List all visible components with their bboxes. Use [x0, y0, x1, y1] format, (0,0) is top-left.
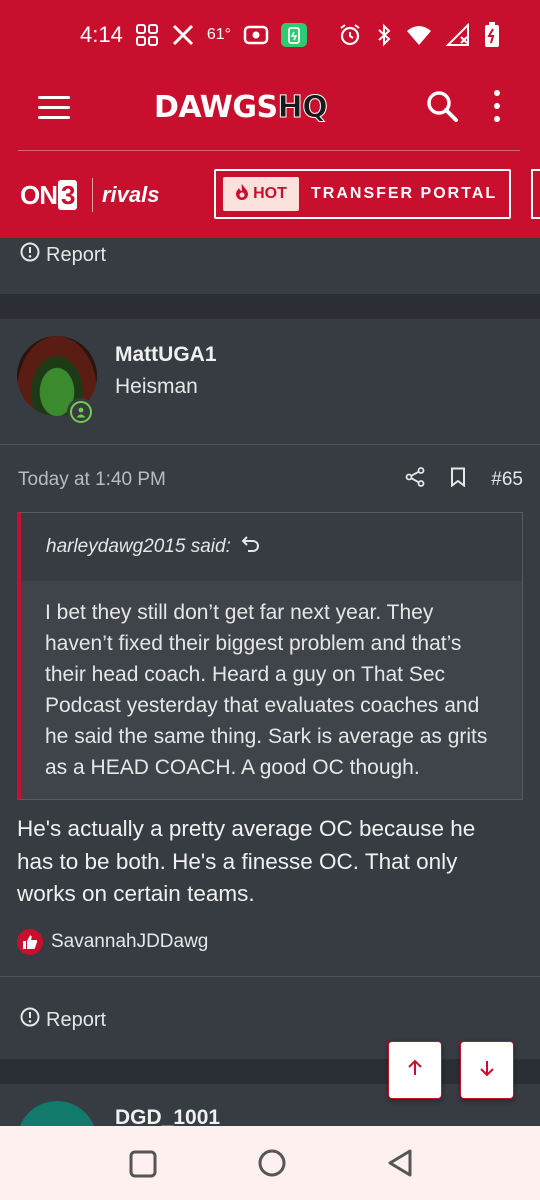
system-nav-bar	[0, 1126, 540, 1200]
user-title: Heisman	[115, 375, 198, 398]
reaction-summary[interactable]: SavannahJDDawg	[17, 929, 208, 955]
hot-badge: HOT	[223, 177, 299, 211]
logo-separator	[92, 178, 93, 212]
post-meta: Today at 1:40 PM #65	[18, 467, 523, 497]
scroll-down-button[interactable]	[460, 1041, 514, 1099]
status-temperature: 61°	[206, 26, 232, 43]
next-nav-item-edge[interactable]	[531, 169, 540, 219]
online-status-icon	[67, 398, 95, 426]
status-time: 4:14	[80, 22, 123, 47]
network-bar: ON 3 rivals HOT TRANSFER PORTAL	[0, 152, 540, 238]
post-separator	[0, 1059, 540, 1084]
signal-icon	[446, 23, 470, 47]
arrow-up-icon	[406, 1059, 424, 1082]
battery-saver-icon	[281, 23, 308, 47]
battery-icon	[484, 22, 500, 48]
x-logo-icon	[171, 23, 195, 47]
alert-circle-icon	[20, 1007, 40, 1033]
next-forum-post: DGD_1001	[0, 1084, 540, 1126]
quote-header[interactable]: harleydawg2015 said:	[21, 513, 522, 581]
post-separator	[0, 294, 540, 319]
report-label: Report	[46, 243, 107, 266]
bluetooth-icon	[376, 23, 392, 47]
recents-icon[interactable]	[129, 1150, 157, 1183]
share-icon[interactable]	[405, 467, 425, 492]
transfer-portal-label: TRANSFER PORTAL	[311, 185, 498, 202]
alert-circle-icon	[20, 242, 40, 268]
transfer-portal-button[interactable]: HOT TRANSFER PORTAL	[214, 169, 511, 219]
hot-label: HOT	[253, 185, 287, 202]
logo-text-main: DAWGS	[154, 90, 278, 125]
quote-author: harleydawg2015 said:	[46, 536, 231, 557]
flame-icon	[235, 183, 249, 206]
home-icon[interactable]	[257, 1148, 287, 1183]
on3-text: ON	[20, 180, 58, 210]
arrow-down-icon	[478, 1059, 496, 1082]
report-link[interactable]: Report	[20, 1007, 106, 1033]
post-username[interactable]: MattUGA1	[115, 343, 217, 367]
rivals-logo[interactable]: rivals	[102, 182, 160, 208]
on3-logo[interactable]: ON 3	[20, 180, 78, 211]
forum-post: MattUGA1 Heisman Today at 1:40 PM #65 ha…	[0, 319, 540, 1059]
quote-text: I bet they still don’t get far next year…	[45, 601, 488, 779]
app-header: DAWGSHQ	[0, 72, 540, 152]
quote-block: harleydawg2015 said: I bet they still do…	[17, 512, 523, 800]
report-label: Report	[46, 1008, 107, 1031]
on3-number: 3	[58, 180, 78, 210]
avatar[interactable]	[17, 1101, 97, 1126]
back-icon[interactable]	[386, 1148, 414, 1183]
post-timestamp[interactable]: Today at 1:40 PM	[18, 469, 166, 491]
header-divider	[18, 150, 520, 151]
scroll-up-button[interactable]	[388, 1041, 442, 1099]
post-body: He's actually a pretty average OC becaus…	[17, 816, 476, 906]
wifi-icon	[406, 24, 432, 46]
radio-icon	[243, 24, 269, 46]
reply-arrow-icon[interactable]	[241, 535, 261, 559]
grid-icon	[135, 23, 159, 47]
post-author-block: MattUGA1 Heisman	[0, 319, 540, 445]
post-number[interactable]: #65	[491, 469, 523, 491]
reaction-user[interactable]: SavannahJDDawg	[51, 931, 208, 953]
status-bar: 4:14 61°	[0, 0, 540, 72]
site-logo[interactable]: DAWGSHQ	[154, 90, 328, 126]
report-link[interactable]: Report	[20, 242, 106, 268]
search-icon[interactable]	[424, 88, 460, 124]
like-icon	[17, 929, 43, 955]
more-options-icon[interactable]	[490, 90, 504, 122]
previous-post-footer: Report	[0, 238, 540, 294]
logo-text-accent: HQ	[277, 90, 328, 126]
bookmark-icon[interactable]	[449, 467, 467, 492]
post-username[interactable]: DGD_1001	[115, 1106, 220, 1126]
alarm-icon	[338, 23, 362, 47]
post-footer-divider	[0, 976, 540, 977]
menu-icon[interactable]	[38, 96, 70, 120]
